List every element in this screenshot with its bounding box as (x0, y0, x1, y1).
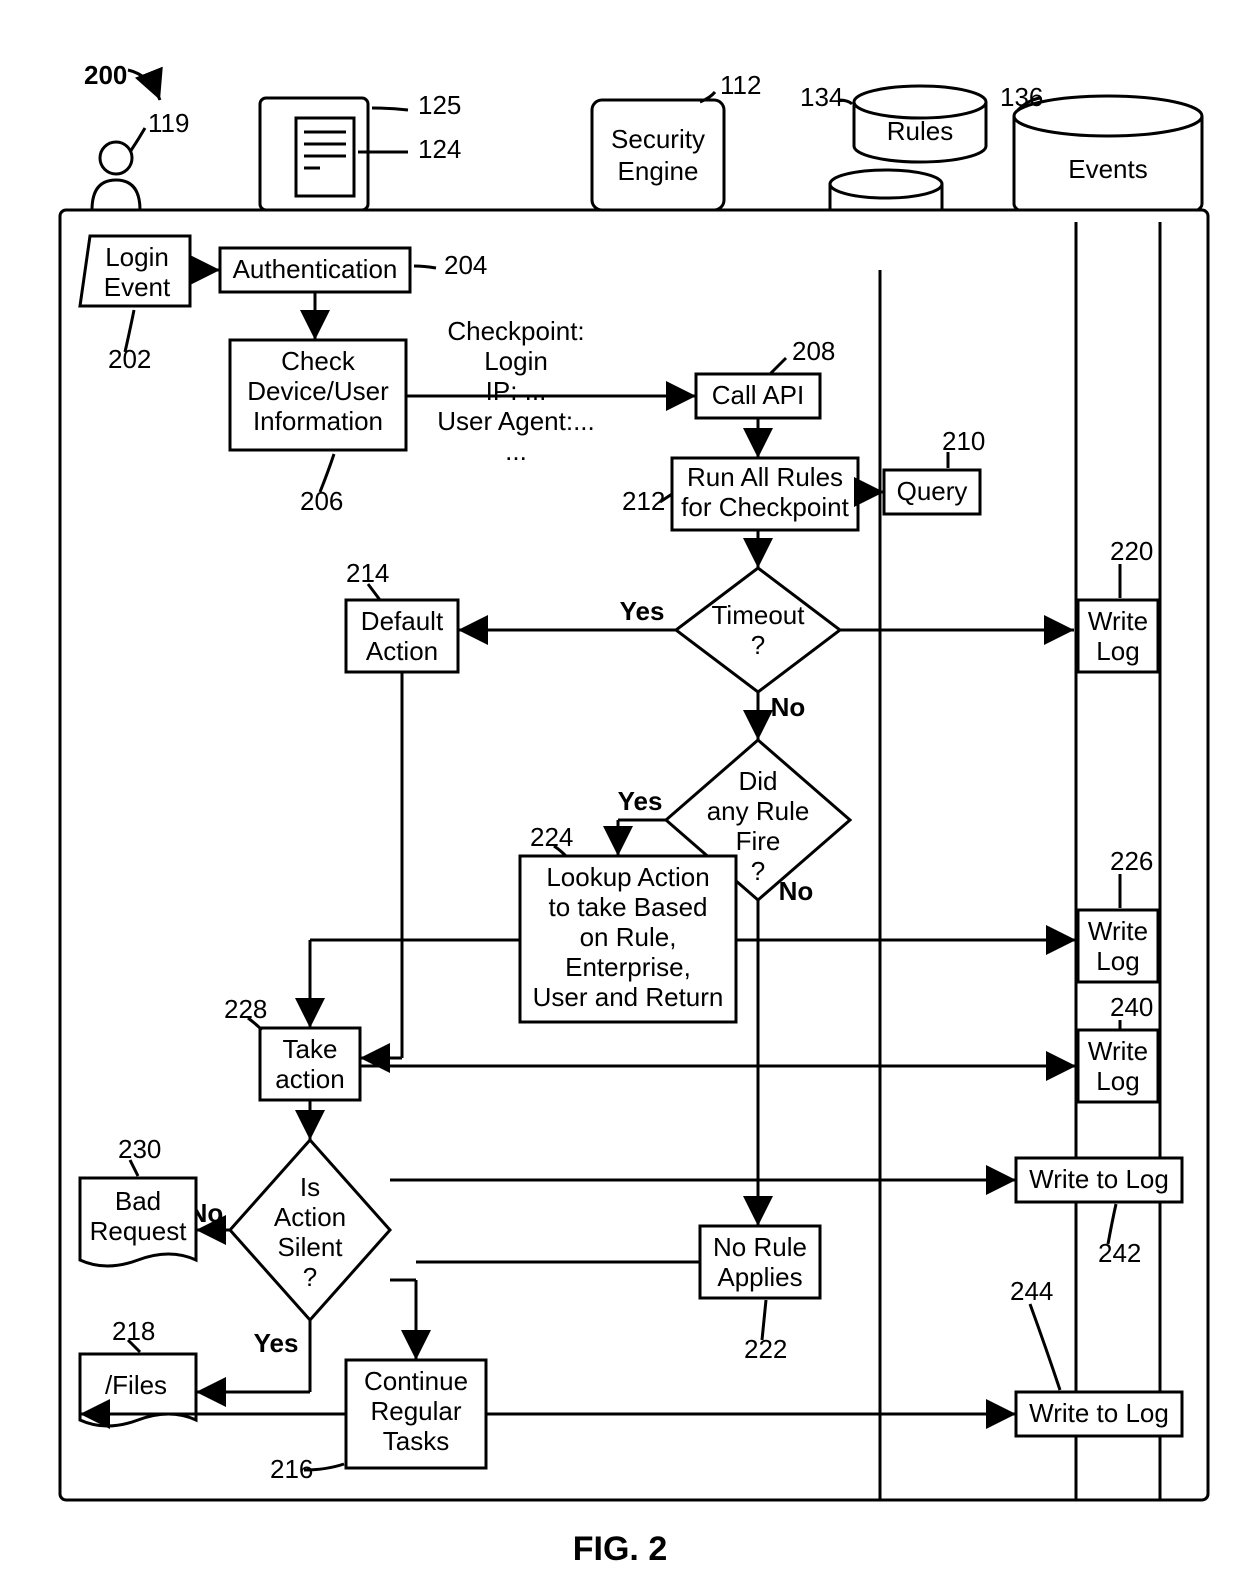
regular-label: Regular (370, 1396, 461, 1426)
request-label: Request (90, 1216, 188, 1246)
ref-124: 124 (418, 134, 461, 164)
ref-214: 214 (346, 558, 389, 588)
ref-119: 119 (148, 108, 189, 138)
actionq-label: Action (274, 1202, 346, 1232)
actions-db-top (830, 170, 942, 198)
silent-q: ? (303, 1262, 317, 1292)
ref-218: 218 (112, 1316, 155, 1346)
login-label: Login (105, 242, 169, 272)
fire-label: Fire (736, 826, 781, 856)
cp-ua-label: User Agent:... (437, 406, 595, 436)
bad-label: Bad (115, 1186, 161, 1216)
did-label: Did (738, 766, 777, 796)
events-label: Events (1068, 154, 1148, 184)
fire-q: ? (751, 856, 765, 886)
ref-112: 112 (720, 70, 761, 100)
log-220: Log (1096, 636, 1139, 666)
write-220: Write (1088, 606, 1148, 636)
cp-login-label: Login (484, 346, 548, 376)
rules-db-top (854, 86, 986, 118)
cp-ip-label: IP: ... (486, 376, 547, 406)
ref-230: 230 (118, 1134, 161, 1164)
rules-label: Rules (887, 116, 953, 146)
tasks-label: Tasks (383, 1426, 449, 1456)
event-label: Event (104, 272, 171, 302)
ref-125: 125 (418, 90, 461, 120)
ref-212: 212 (622, 486, 665, 516)
ref-244: 244 (1010, 1276, 1053, 1306)
wtol-244: Write to Log (1029, 1398, 1169, 1428)
enterprise-label: Enterprise, (565, 952, 691, 982)
ref-226: 226 (1110, 846, 1153, 876)
default-label: Default (361, 606, 444, 636)
check-label: Check (281, 346, 356, 376)
ref-240: 240 (1110, 992, 1153, 1022)
no3: No (779, 876, 814, 906)
forcp-label: for Checkpoint (681, 492, 849, 522)
lookup-label: Lookup Action (546, 862, 709, 892)
action-label: Action (366, 636, 438, 666)
ref-228: 228 (224, 994, 267, 1024)
ref-134: 134 (800, 82, 843, 112)
auth-label: Authentication (233, 254, 398, 284)
engine-label: Engine (618, 156, 699, 186)
deviceuser-label: Device/User (247, 376, 389, 406)
flowchart-diagram: 200 119 125 124 Security Engine 112 Rule… (0, 0, 1240, 1588)
figure-label: FIG. 2 (573, 1530, 667, 1568)
ref-220: 220 (1110, 536, 1153, 566)
norule-label: No Rule (713, 1232, 807, 1262)
write-226: Write (1088, 916, 1148, 946)
files-label: /Files (105, 1370, 167, 1400)
yes1: Yes (620, 596, 665, 626)
runall-label: Run All Rules (687, 462, 843, 492)
take-label: Take (283, 1034, 338, 1064)
ref-210: 210 (942, 426, 985, 456)
timeout-label: Timeout (712, 600, 806, 630)
wtol-242: Write to Log (1029, 1164, 1169, 1194)
continue-label: Continue (364, 1366, 468, 1396)
ref-208: 208 (792, 336, 835, 366)
user-body-icon (92, 180, 140, 210)
write-240: Write (1088, 1036, 1148, 1066)
log-240: Log (1096, 1066, 1139, 1096)
security-label: Security (611, 124, 705, 154)
ref-224: 224 (530, 822, 573, 852)
log-226: Log (1096, 946, 1139, 976)
yes2: Yes (618, 786, 663, 816)
totake-label: to take Based (549, 892, 708, 922)
query-label: Query (897, 476, 968, 506)
no1: No (771, 692, 806, 722)
anyrule-label: any Rule (707, 796, 810, 826)
user-head-icon (100, 142, 132, 174)
applies-label: Applies (717, 1262, 802, 1292)
timeout-q: ? (751, 630, 765, 660)
security-engine-box (592, 100, 724, 210)
userret-label: User and Return (533, 982, 724, 1012)
ref-204: 204 (444, 250, 487, 280)
information-label: Information (253, 406, 383, 436)
is-label: Is (300, 1172, 320, 1202)
ref-202: 202 (108, 344, 151, 374)
silent-label: Silent (277, 1232, 343, 1262)
cp-dots-label: ... (505, 436, 527, 466)
onrule-label: on Rule, (580, 922, 677, 952)
ref-242: 242 (1098, 1238, 1141, 1268)
call-api-label: Call API (712, 380, 805, 410)
ref-200: 200 (84, 60, 127, 90)
action2-label: action (275, 1064, 344, 1094)
checkpoint-label: Checkpoint: (447, 316, 584, 346)
ref-222: 222 (744, 1334, 787, 1364)
yes3: Yes (254, 1328, 299, 1358)
